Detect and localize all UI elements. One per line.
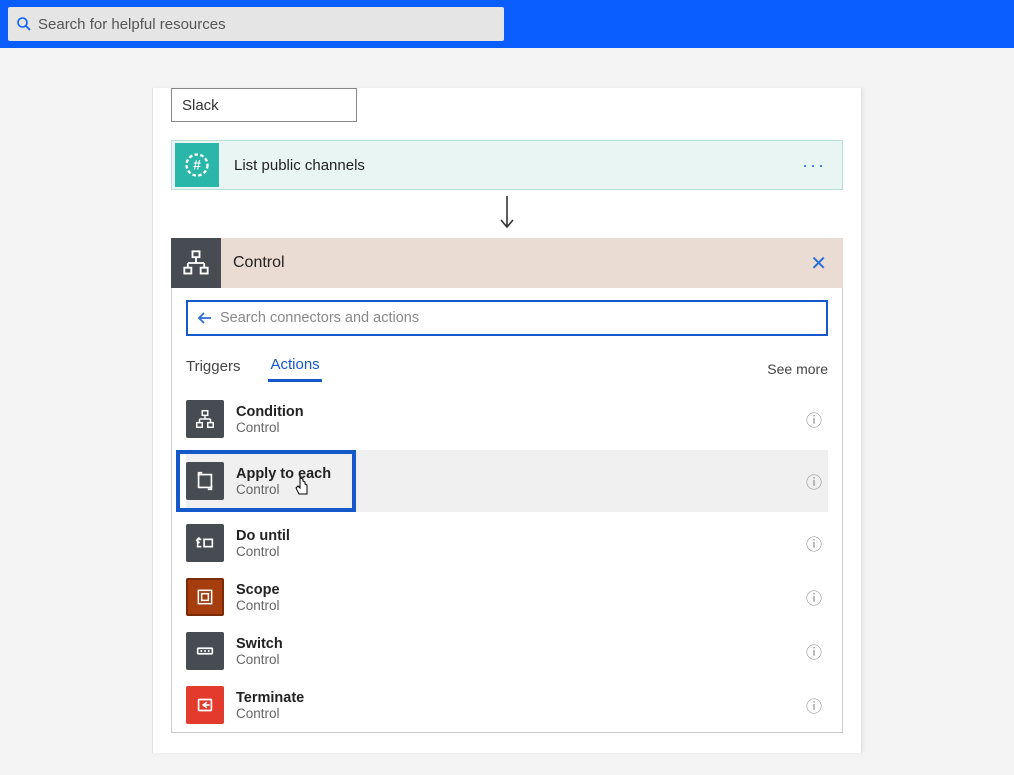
action-name: Switch	[236, 636, 800, 652]
info-icon[interactable]: ⓘ	[800, 639, 828, 663]
info-icon[interactable]: ⓘ	[800, 407, 828, 431]
trigger-menu-button[interactable]: ···	[786, 155, 842, 176]
flow-canvas: Slack # List public channels ··· Control…	[0, 48, 1014, 753]
top-bar	[0, 0, 1014, 48]
action-row-apply-to-each: Apply to each Control ⓘ	[186, 450, 828, 512]
action-text: Switch Control	[236, 636, 800, 667]
trigger-title: List public channels	[234, 157, 786, 174]
slack-icon: #	[175, 143, 219, 187]
trigger-card[interactable]: # List public channels ···	[171, 140, 843, 190]
action-text: Terminate Control	[236, 690, 800, 721]
back-arrow-icon[interactable]	[196, 309, 214, 327]
close-button[interactable]: ✕	[794, 251, 843, 276]
flow-column: Slack # List public channels ··· Control…	[152, 88, 862, 753]
scope-icon	[186, 578, 224, 616]
action-text: Scope Control	[236, 582, 800, 613]
switch-icon	[186, 632, 224, 670]
terminate-icon	[186, 686, 224, 724]
action-text: Condition Control	[236, 404, 800, 435]
flow-arrow-icon	[171, 196, 843, 232]
action-text: Apply to each Control	[236, 466, 346, 497]
action-sub: Control	[236, 482, 346, 497]
control-title: Control	[233, 254, 794, 272]
action-sub: Control	[236, 544, 800, 559]
tabs-row: Triggers Actions See more	[186, 356, 828, 382]
see-more-link[interactable]: See more	[767, 361, 828, 377]
global-search-input[interactable]	[38, 16, 496, 33]
action-name: Do until	[236, 528, 800, 544]
info-icon[interactable]: ⓘ	[800, 469, 828, 493]
info-icon[interactable]: ⓘ	[800, 585, 828, 609]
action-item-terminate[interactable]: Terminate Control ⓘ	[186, 678, 828, 732]
info-icon[interactable]: ⓘ	[800, 531, 828, 555]
condition-icon	[186, 400, 224, 438]
search-icon	[16, 16, 32, 32]
action-list: Condition Control ⓘ Apply to each	[186, 392, 828, 732]
action-item-condition[interactable]: Condition Control ⓘ	[186, 392, 828, 446]
action-sub: Control	[236, 652, 800, 667]
action-item-apply-to-each[interactable]: Apply to each Control	[186, 458, 346, 504]
tab-triggers[interactable]: Triggers	[186, 358, 240, 381]
control-panel-body: Triggers Actions See more Condition Cont…	[171, 288, 843, 733]
tutorial-highlight: Apply to each Control	[176, 450, 356, 512]
global-search[interactable]	[8, 7, 504, 41]
action-text: Do until Control	[236, 528, 800, 559]
control-icon	[171, 238, 221, 288]
tab-actions[interactable]: Actions	[268, 356, 321, 382]
connector-box-slack[interactable]: Slack	[171, 88, 357, 122]
action-item-switch[interactable]: Switch Control ⓘ	[186, 624, 828, 678]
control-panel-header: Control ✕	[171, 238, 843, 288]
action-item-scope[interactable]: Scope Control ⓘ	[186, 570, 828, 624]
action-sub: Control	[236, 420, 800, 435]
action-name: Terminate	[236, 690, 800, 706]
svg-text:#: #	[193, 157, 201, 173]
action-name: Apply to each	[236, 466, 346, 482]
until-icon	[186, 524, 224, 562]
connector-search-row	[186, 300, 828, 336]
action-sub: Control	[236, 706, 800, 721]
action-item-do-until[interactable]: Do until Control ⓘ	[186, 516, 828, 570]
action-name: Condition	[236, 404, 800, 420]
info-icon[interactable]: ⓘ	[800, 693, 828, 717]
action-name: Scope	[236, 582, 800, 598]
action-sub: Control	[236, 598, 800, 613]
loop-icon	[186, 462, 224, 500]
connector-search-input[interactable]	[220, 310, 818, 326]
